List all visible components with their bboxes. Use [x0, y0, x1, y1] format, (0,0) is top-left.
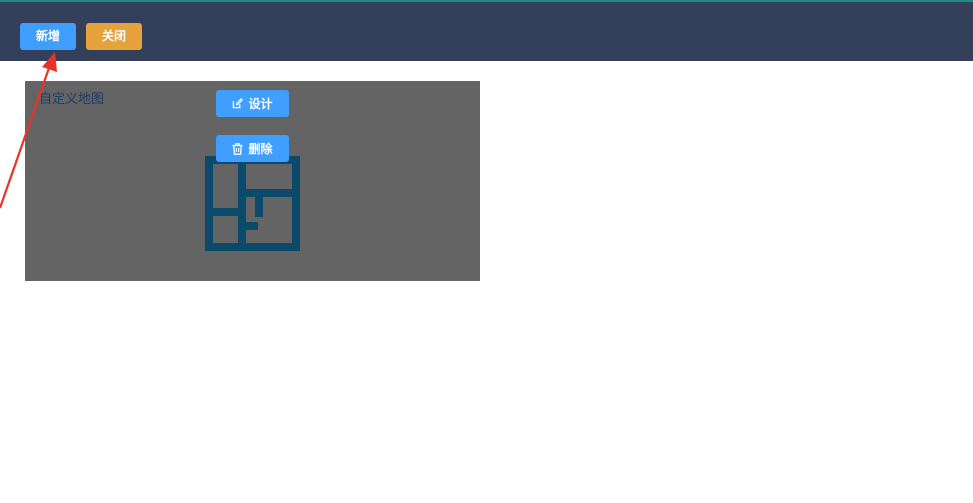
close-button[interactable]: 关闭: [86, 23, 142, 50]
delete-button-label: 删除: [248, 142, 273, 156]
trash-icon: [232, 142, 243, 155]
map-card[interactable]: 自定义地图 设计 删除: [25, 81, 480, 281]
floorplan-icon: [205, 156, 300, 251]
add-button[interactable]: 新增: [20, 23, 76, 50]
design-button-label: 设计: [248, 97, 273, 111]
top-toolbar: 新增 关闭: [0, 0, 973, 61]
map-card-title: 自定义地图: [39, 92, 105, 107]
delete-button[interactable]: 删除: [216, 135, 289, 162]
edit-icon: [233, 98, 244, 109]
design-button[interactable]: 设计: [216, 90, 289, 117]
